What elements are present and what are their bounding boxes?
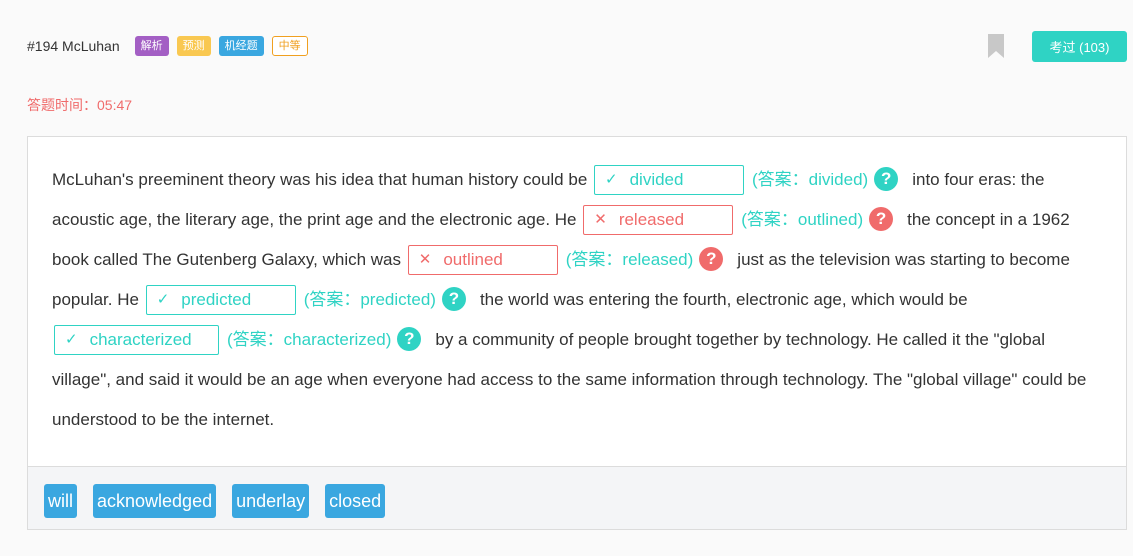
blank-3[interactable]: ✕ outlined (407, 244, 558, 275)
cross-icon: ✕ (594, 210, 607, 228)
question-icon[interactable]: ? (397, 326, 422, 351)
question-icon[interactable]: ? (874, 166, 899, 191)
word-option[interactable]: closed (325, 484, 386, 518)
blank-answer: divided (629, 169, 684, 189)
word-option[interactable]: acknowledged (93, 484, 217, 518)
tag-explanation[interactable]: 解析 (134, 36, 169, 56)
check-icon: ✓ (156, 290, 170, 308)
passage-segment: McLuhan's preeminent theory was his idea… (52, 170, 588, 189)
correct-answer-label: (答案：released) (565, 250, 694, 269)
timer-label: 答题时间： (27, 97, 97, 113)
blank-5[interactable]: ✓ characterized (54, 324, 219, 355)
timer-value: 05:47 (97, 97, 133, 113)
passed-count-button[interactable]: 考过 (103) (1032, 31, 1127, 62)
question-header: #194 McLuhan 解析 预测 机经题 中等 (27, 35, 316, 57)
blank-2[interactable]: ✕ released (583, 204, 734, 235)
blank-1[interactable]: ✓ divided (594, 164, 745, 195)
word-option[interactable]: underlay (232, 484, 310, 518)
question-icon[interactable]: ? (441, 286, 466, 311)
cross-icon: ✕ (418, 250, 432, 268)
tag-machine-question[interactable]: 机经题 (218, 36, 264, 56)
question-icon[interactable]: ? (699, 246, 724, 271)
word-option[interactable]: will (44, 484, 77, 518)
check-icon: ✓ (65, 330, 78, 348)
blank-answer: outlined (443, 249, 503, 269)
blank-4[interactable]: ✓ predicted (145, 284, 296, 315)
correct-answer-label: (答案：outlined) (741, 210, 864, 229)
correct-answer-label: (答案：predicted) (303, 290, 436, 309)
correct-answer-label: (答案：divided) (752, 170, 869, 189)
blank-answer: released (618, 209, 685, 229)
question-title: #194 McLuhan (27, 38, 120, 54)
difficulty-badge: 中等 (271, 36, 308, 56)
check-icon: ✓ (605, 170, 618, 188)
passage-text: McLuhan's preeminent theory was his idea… (28, 137, 1126, 440)
tag-prediction[interactable]: 预测 (176, 36, 211, 56)
correct-answer-label: (答案：characterized) (227, 330, 392, 349)
question-icon[interactable]: ? (869, 206, 894, 231)
answer-timer: 答题时间：05:47 (27, 95, 132, 115)
question-card: McLuhan's preeminent theory was his idea… (27, 136, 1127, 530)
blank-answer: predicted (181, 289, 252, 309)
passage-segment: the world was entering the fourth, elect… (479, 290, 968, 309)
word-bank: will acknowledged underlay closed (28, 466, 1126, 529)
bookmark-icon[interactable] (988, 34, 1004, 58)
blank-answer: characterized (89, 329, 192, 349)
